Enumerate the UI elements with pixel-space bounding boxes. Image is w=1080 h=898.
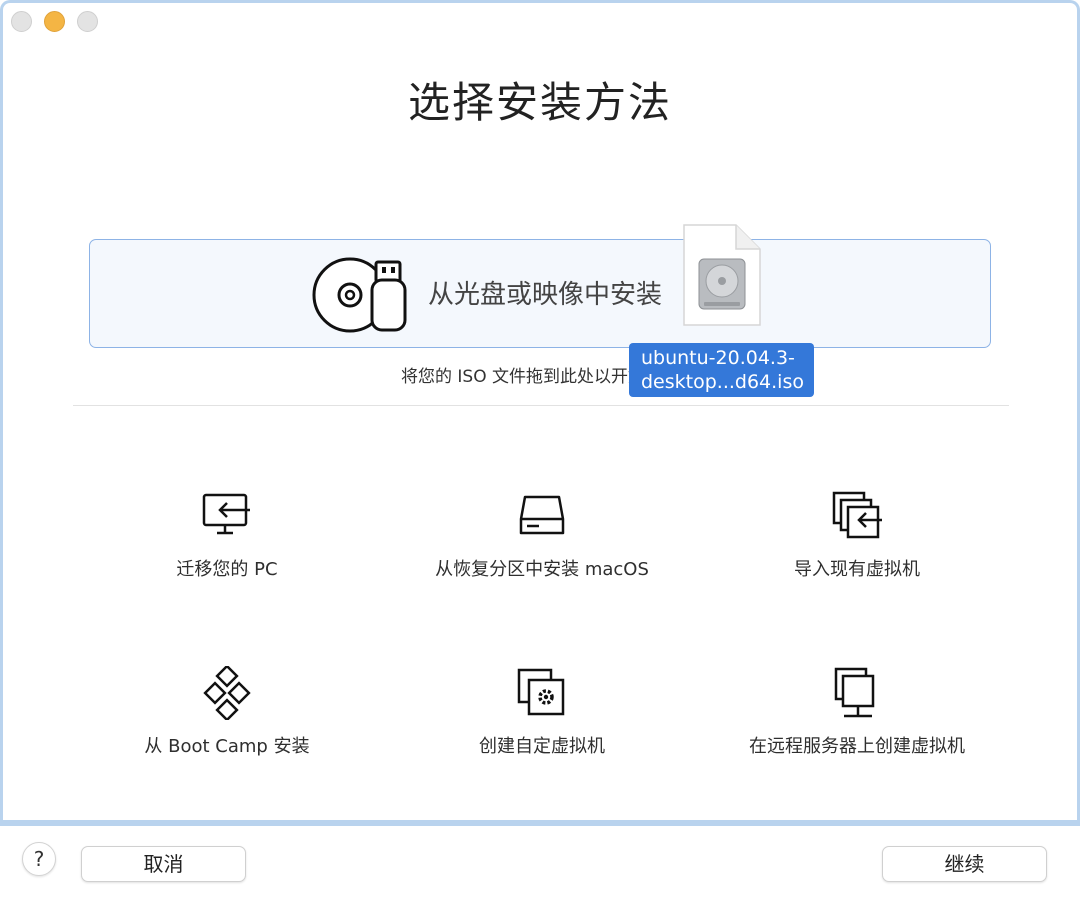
option-label: 从 Boot Camp 安装 [144,736,310,757]
file-name-line2: desktop...d64.iso [641,371,804,393]
option-custom-vm[interactable]: 创建自定虚拟机 [362,666,722,758]
option-bootcamp[interactable]: 从 Boot Camp 安装 [47,666,407,758]
option-label: 迁移您的 PC [176,559,278,580]
footer-bar: ? 取消 继续 [0,826,1080,898]
minimize-window-button[interactable] [44,11,65,32]
disc-usb-icon [312,257,407,333]
option-label: 在远程服务器上创建虚拟机 [749,736,965,757]
remote-server-icon [834,667,875,718]
option-import-vm[interactable]: 导入现有虚拟机 [677,489,1037,581]
option-label: 从恢复分区中安装 macOS [435,559,649,580]
option-remote-server[interactable]: 在远程服务器上创建虚拟机 [677,666,1037,758]
option-recovery-macos[interactable]: 从恢复分区中安装 macOS [362,489,722,581]
help-button[interactable]: ? [22,842,56,876]
option-label: 导入现有虚拟机 [794,559,920,580]
dragged-file-name-tag: ubuntu-20.04.3- desktop...d64.iso [629,343,814,397]
drop-zone-label: 从光盘或映像中安装 [428,280,663,310]
window-controls [11,11,98,32]
custom-vm-icon [517,668,565,716]
file-name-line1: ubuntu-20.04.3- [641,347,795,369]
recovery-disk-icon [519,495,565,535]
drop-zone-hint: 将您的 ISO 文件拖到此处以开始安装 [401,367,679,387]
iso-drop-zone[interactable]: 从光盘或映像中安装 [89,239,991,348]
section-divider [73,405,1009,406]
option-label: 创建自定虚拟机 [479,736,605,757]
page-title: 选择安装方法 [407,78,672,127]
dragged-file-icon [683,224,761,326]
continue-button[interactable]: 继续 [882,846,1047,882]
zoom-window-button[interactable] [77,11,98,32]
import-vm-icon [832,491,882,539]
cancel-button[interactable]: 取消 [81,846,246,882]
close-window-button[interactable] [11,11,32,32]
install-assistant-window: 选择安装方法 从光盘或映像中安装 将您的 ISO 文件拖到此处以开始安装 ubu… [0,0,1080,898]
bootcamp-icon [203,666,251,720]
option-migrate-pc[interactable]: 迁移您的 PC [47,489,407,581]
migrate-pc-icon [202,493,250,535]
